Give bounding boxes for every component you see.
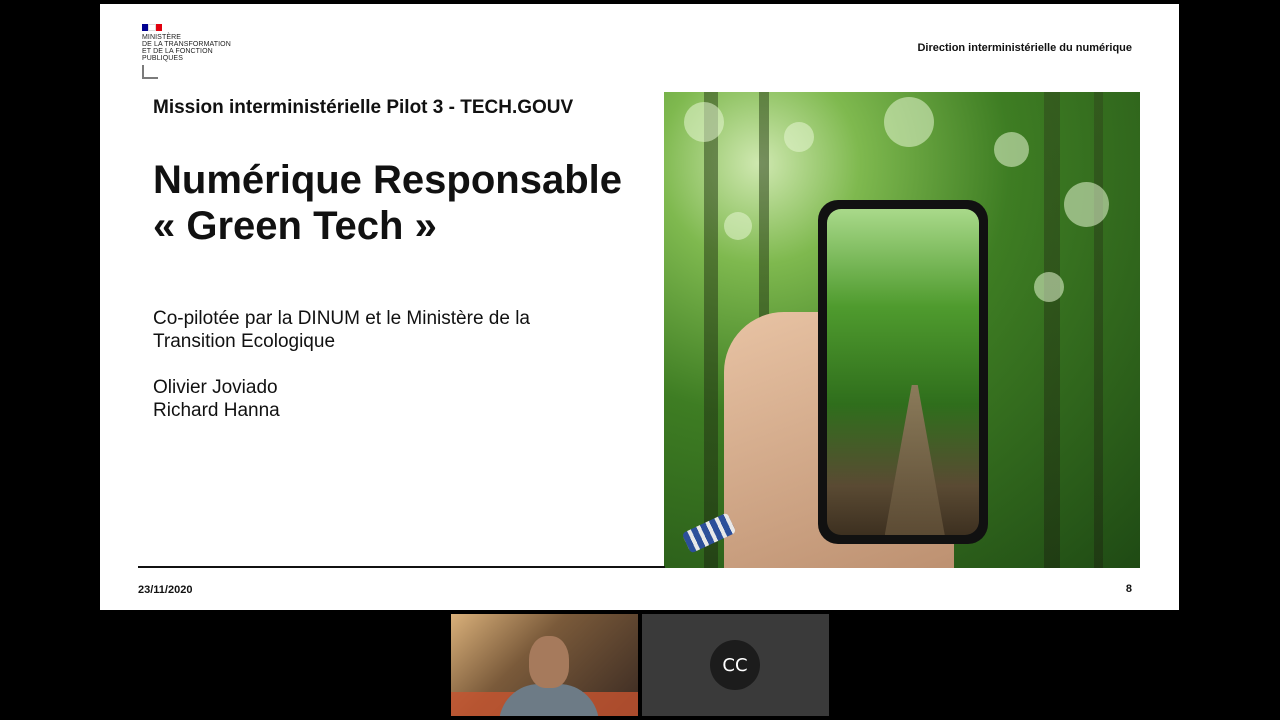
marianne-icon	[142, 65, 158, 79]
presentation-slide: MINISTÈRE DE LA TRANSFORMATION ET DE LA …	[100, 4, 1179, 610]
slide-subtitle: Mission interministérielle Pilot 3 - TEC…	[153, 97, 574, 118]
participant-avatar-tile[interactable]: CC	[642, 614, 829, 716]
authors: Olivier Joviado Richard Hanna	[153, 376, 280, 422]
description-line-2: Transition Ecologique	[153, 331, 336, 352]
smartphone	[818, 200, 988, 544]
participant-face	[529, 636, 569, 688]
forest-path	[884, 385, 945, 535]
ministry-logo: MINISTÈRE DE LA TRANSFORMATION ET DE LA …	[142, 24, 252, 84]
slide-date: 23/11/2020	[138, 584, 193, 596]
logo-line: PUBLIQUES	[142, 55, 183, 62]
logo-line: MINISTÈRE	[142, 34, 182, 41]
author-name: Olivier Joviado	[153, 377, 278, 398]
header-organization: Direction interministérielle du numériqu…	[917, 42, 1132, 54]
participant-video-tile[interactable]	[451, 614, 638, 716]
participant-avatar: CC	[710, 640, 760, 690]
title-line-2: « Green Tech »	[153, 204, 437, 248]
logo-line: ET DE LA FONCTION	[142, 48, 213, 55]
phone-screen	[827, 209, 979, 535]
author-name: Richard Hanna	[153, 400, 280, 421]
slide-title: Numérique Responsable « Green Tech »	[153, 157, 622, 249]
footer-divider	[138, 566, 665, 568]
description-line-1: Co-pilotée par la DINUM et le Ministère …	[153, 308, 530, 329]
title-line-1: Numérique Responsable	[153, 158, 623, 202]
forest-phone-image	[664, 92, 1140, 568]
slide-page-number: 8	[1125, 583, 1132, 595]
logo-line: DE LA TRANSFORMATION	[142, 41, 231, 48]
slide-description: Co-pilotée par la DINUM et le Ministère …	[153, 307, 623, 353]
french-flag-icon	[142, 24, 162, 31]
